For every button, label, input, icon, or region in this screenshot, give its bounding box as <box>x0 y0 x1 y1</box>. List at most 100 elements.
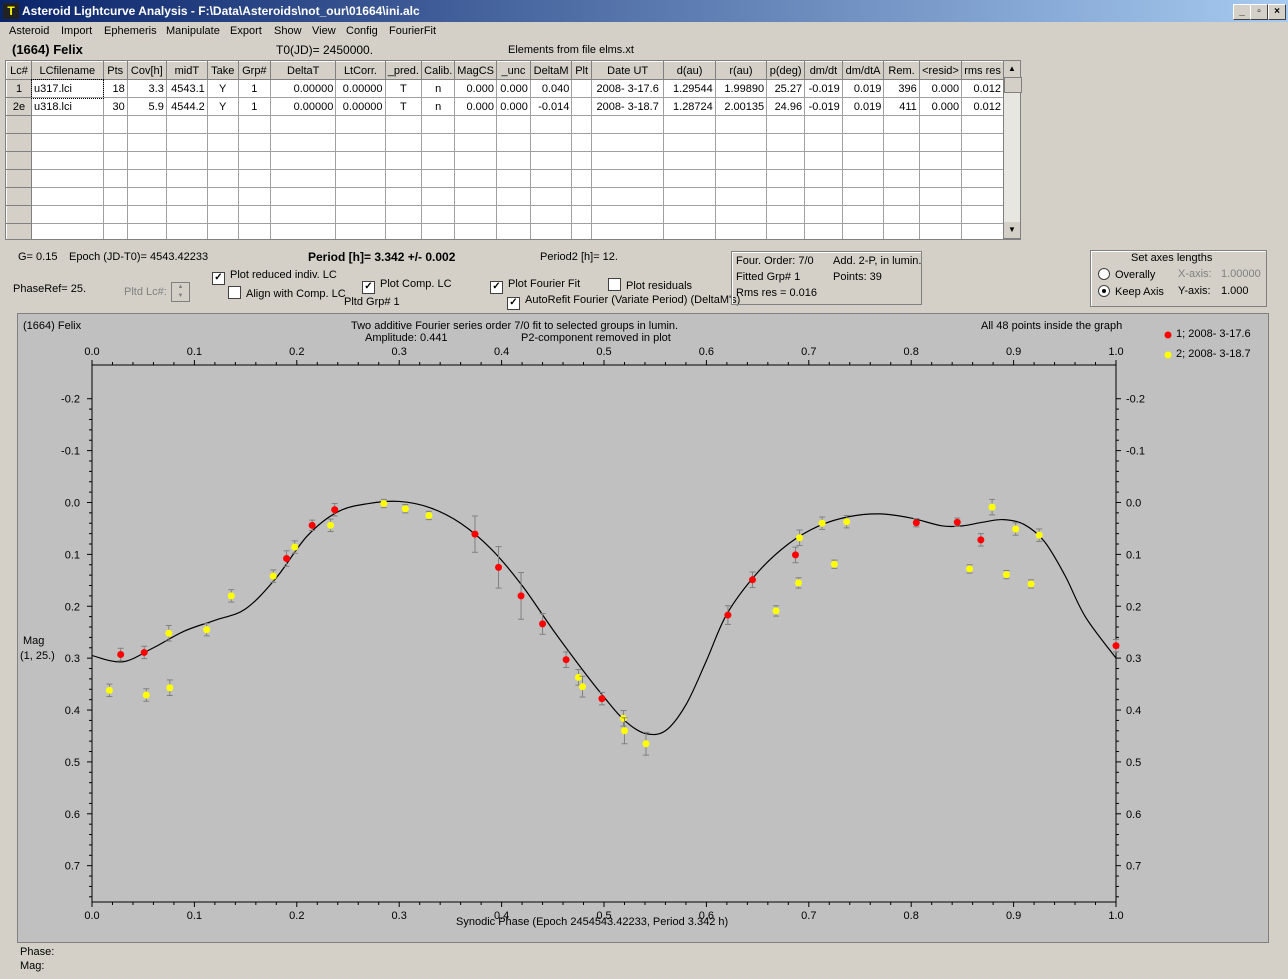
table-cell[interactable] <box>102 187 128 206</box>
table-cell[interactable]: 0.00000 <box>270 97 337 116</box>
table-cell[interactable]: 0.000 <box>495 79 531 98</box>
table-cell[interactable] <box>766 151 806 170</box>
table-cell[interactable] <box>454 205 497 224</box>
menu-import[interactable]: Import <box>61 25 92 37</box>
table-cell[interactable]: 3.3 <box>126 79 167 98</box>
restore-button[interactable]: ▫ <box>1250 4 1268 20</box>
column-header[interactable]: Rem. <box>883 61 920 80</box>
align-comp-checkbox[interactable]: Align with Comp. LC <box>228 286 346 300</box>
table-cell[interactable] <box>883 187 920 206</box>
table-cell[interactable]: 1 <box>237 79 272 98</box>
table-cell[interactable]: 2.00135 <box>714 97 768 116</box>
empty-row[interactable] <box>6 133 1004 152</box>
table-cell[interactable] <box>883 133 920 152</box>
table-cell[interactable] <box>454 187 497 206</box>
table-cell[interactable]: n <box>421 97 456 116</box>
table-cell[interactable] <box>206 223 239 239</box>
table-cell[interactable] <box>335 187 386 206</box>
plot-comp-checkbox[interactable]: ✓ Plot Comp. LC <box>362 278 452 294</box>
table-cell[interactable]: u318.lci <box>31 97 104 116</box>
table-cell[interactable] <box>102 169 128 188</box>
table-cell[interactable] <box>421 187 456 206</box>
menu-manipulate[interactable]: Manipulate <box>166 25 220 37</box>
table-cell[interactable] <box>766 223 806 239</box>
menu-fourierfit[interactable]: FourierFit <box>389 25 436 37</box>
column-header[interactable]: p(deg) <box>766 61 806 80</box>
table-cell[interactable] <box>918 205 963 224</box>
table-cell[interactable] <box>237 133 272 152</box>
table-cell[interactable] <box>918 115 963 134</box>
table-cell[interactable] <box>663 133 716 152</box>
empty-row[interactable] <box>6 223 1004 239</box>
column-header[interactable]: d(au) <box>663 61 716 80</box>
table-cell[interactable] <box>961 187 1004 206</box>
table-cell[interactable] <box>206 151 239 170</box>
table-cell[interactable] <box>918 223 963 239</box>
column-header[interactable]: <resid> <box>918 61 963 80</box>
lightcurve-plot[interactable]: 0.0 0.0 0.1 0.1 0.2 0.2 0.3 0.3 0.4 0.4 0.5 0.5 0.6 0… <box>17 313 1269 943</box>
table-cell[interactable]: 24.96 <box>766 97 806 116</box>
table-cell[interactable] <box>663 169 716 188</box>
table-cell[interactable] <box>918 133 963 152</box>
column-header[interactable]: rms res <box>961 61 1004 80</box>
table-cell[interactable]: 5.9 <box>126 97 167 116</box>
phaseref-value[interactable]: PhaseRef= 25. <box>13 283 86 295</box>
table-cell[interactable] <box>766 115 806 134</box>
table-cell[interactable] <box>571 205 592 224</box>
keep-axis-radio[interactable]: Keep Axis <box>1098 285 1164 298</box>
table-cell[interactable] <box>714 115 768 134</box>
table-cell[interactable] <box>335 151 386 170</box>
table-cell[interactable] <box>714 187 768 206</box>
empty-row[interactable] <box>6 115 1004 134</box>
column-header[interactable]: Grp# <box>237 61 272 80</box>
table-cell[interactable] <box>102 115 128 134</box>
table-cell[interactable]: 25.27 <box>766 79 806 98</box>
column-header[interactable]: Cov[h] <box>126 61 167 80</box>
row-header[interactable]: 1 <box>6 79 33 98</box>
table-cell[interactable] <box>590 205 665 224</box>
column-header[interactable]: LtCorr. <box>335 61 386 80</box>
row-header[interactable] <box>6 151 33 170</box>
table-cell[interactable] <box>841 115 885 134</box>
column-header[interactable]: Calib. <box>421 61 456 80</box>
table-cell[interactable] <box>384 169 423 188</box>
column-header[interactable]: midT <box>165 61 208 80</box>
menu-ephemeris[interactable]: Ephemeris <box>104 25 157 37</box>
row-header[interactable] <box>6 223 33 239</box>
table-cell[interactable] <box>31 205 104 224</box>
table-cell[interactable] <box>102 133 128 152</box>
empty-row[interactable] <box>6 151 1004 170</box>
table-cell[interactable] <box>714 223 768 239</box>
table-cell[interactable]: 0.00000 <box>335 97 386 116</box>
column-header[interactable]: Take <box>206 61 239 80</box>
menu-show[interactable]: Show <box>274 25 302 37</box>
table-cell[interactable] <box>918 151 963 170</box>
table-cell[interactable] <box>714 133 768 152</box>
table-cell[interactable] <box>206 187 239 206</box>
table-cell[interactable] <box>206 205 239 224</box>
table-cell[interactable] <box>495 223 531 239</box>
column-header[interactable]: Plt <box>571 61 592 80</box>
table-cell[interactable] <box>883 223 920 239</box>
table-cell[interactable]: 0.040 <box>529 79 573 98</box>
table-cell[interactable]: 2008- 3-17.6 <box>590 79 665 98</box>
column-header[interactable]: LCfilename <box>31 61 104 80</box>
table-cell[interactable] <box>571 79 592 98</box>
table-cell[interactable] <box>270 115 337 134</box>
table-cell[interactable]: u317.lci <box>30 78 105 99</box>
table-cell[interactable] <box>237 151 272 170</box>
table-cell[interactable] <box>918 169 963 188</box>
table-cell[interactable]: 396 <box>883 79 920 98</box>
table-cell[interactable]: T <box>384 97 423 116</box>
table-cell[interactable] <box>454 115 497 134</box>
table-cell[interactable]: -0.019 <box>804 79 843 98</box>
table-cell[interactable] <box>571 151 592 170</box>
menu-view[interactable]: View <box>312 25 336 37</box>
table-cell[interactable]: 0.00000 <box>335 79 386 98</box>
table-cell[interactable] <box>495 133 531 152</box>
table-cell[interactable]: 0.000 <box>918 79 963 98</box>
table-cell[interactable] <box>571 133 592 152</box>
table-cell[interactable] <box>663 187 716 206</box>
row-header[interactable] <box>6 115 33 134</box>
table-row[interactable]: 2e u318.lci 30 5.9 4544.2 Y 1 0.00000 0.00000 Tn 0… <box>6 97 1004 116</box>
